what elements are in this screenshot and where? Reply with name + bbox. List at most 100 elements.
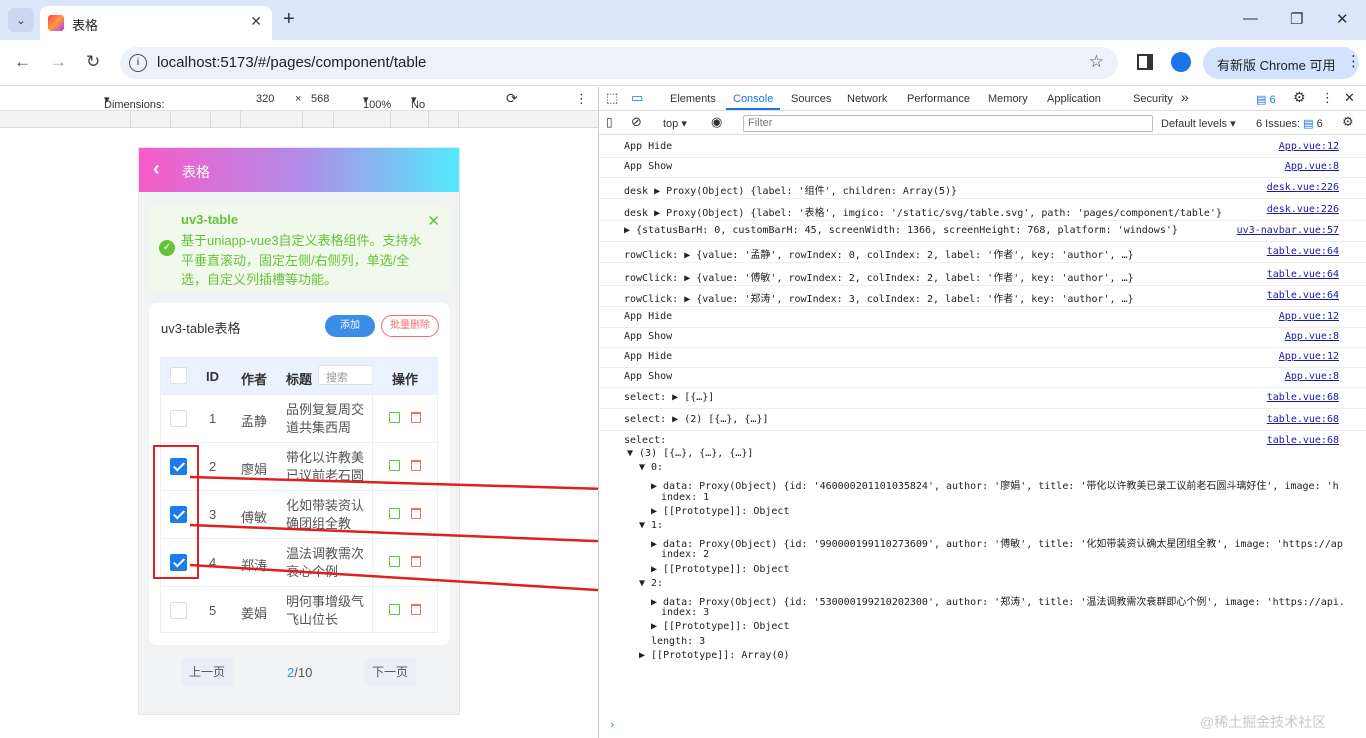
batch-delete-button[interactable]: 批量删除 bbox=[381, 315, 439, 337]
trash-icon[interactable] bbox=[411, 412, 421, 423]
table-row[interactable]: 5 姜娟 明何事增级气飞山位长 bbox=[161, 586, 437, 632]
edit-icon[interactable] bbox=[389, 556, 400, 567]
cell-author[interactable]: 傅敏 bbox=[241, 507, 267, 526]
side-panel-icon[interactable] bbox=[1137, 54, 1153, 70]
site-info-icon[interactable]: i bbox=[129, 54, 147, 72]
console-source-link[interactable]: desk.vue:226 bbox=[1267, 204, 1339, 215]
settings-gear-icon[interactable]: ⚙ bbox=[1293, 89, 1306, 106]
maximize-icon[interactable]: ❐ bbox=[1290, 10, 1303, 28]
table-row[interactable]: 2 廖娟带化以许教美已议前老石圆斗玛 bbox=[161, 442, 437, 491]
select-all-checkbox[interactable] bbox=[170, 367, 187, 384]
minimize-icon[interactable]: — bbox=[1243, 10, 1258, 27]
console-tree-line[interactable]: ▶ data: Proxy(Object) {id: '460000201101… bbox=[651, 477, 1339, 492]
console-source-link[interactable]: App.vue:12 bbox=[1279, 311, 1339, 322]
device-width-input[interactable]: 320 bbox=[256, 93, 274, 105]
window-close-icon[interactable]: ✕ bbox=[1336, 10, 1349, 28]
context-select[interactable]: top ▾ bbox=[663, 117, 687, 130]
prev-page-button[interactable]: 上一页 bbox=[181, 658, 233, 686]
devtools-menu-icon[interactable]: ⋮ bbox=[1321, 90, 1334, 106]
table-row[interactable]: 3 傅敏 化如带装资认确团组全教 bbox=[161, 490, 437, 539]
tab-elements[interactable]: Elements bbox=[670, 93, 716, 105]
cell-author[interactable]: 廖娟 bbox=[241, 459, 267, 478]
throttling-select[interactable]: No throttling ▾ bbox=[411, 93, 453, 123]
more-tabs-icon[interactable]: » bbox=[1181, 89, 1189, 105]
close-icon[interactable]: ✕ bbox=[427, 212, 440, 230]
tab-application[interactable]: Application bbox=[1047, 93, 1101, 105]
row-checkbox[interactable] bbox=[170, 602, 187, 619]
tab-security[interactable]: Security bbox=[1133, 93, 1173, 105]
tab-memory[interactable]: Memory bbox=[988, 93, 1028, 105]
console-tree-line[interactable]: ▶ data: Proxy(Object) {id: '530000199210… bbox=[651, 593, 1345, 608]
device-dimensions-select[interactable]: Dimensions: iPhone 5/SE ▾ bbox=[104, 93, 165, 135]
inspect-element-icon[interactable]: ⬚ bbox=[606, 90, 618, 106]
cell-author[interactable]: 孟静 bbox=[241, 411, 267, 430]
browser-menu-icon[interactable]: ⋮ bbox=[1346, 52, 1361, 70]
url-text[interactable]: localhost:5173/#/pages/component/table bbox=[157, 54, 426, 71]
browser-tab[interactable]: 表格 ✕ bbox=[40, 6, 272, 40]
device-height-input[interactable]: 568 bbox=[311, 93, 329, 105]
console-source-link[interactable]: App.vue:12 bbox=[1279, 141, 1339, 152]
console-source-link[interactable]: App.vue:8 bbox=[1285, 331, 1339, 342]
address-bar[interactable]: i localhost:5173/#/pages/component/table… bbox=[120, 47, 1118, 79]
console-source-link[interactable]: table.vue:64 bbox=[1267, 290, 1339, 301]
row-checkbox[interactable] bbox=[170, 410, 187, 427]
tab-search-button[interactable]: ⌄ bbox=[8, 8, 34, 32]
bookmark-star-icon[interactable]: ☆ bbox=[1089, 52, 1104, 72]
console-tree-line[interactable]: index: 1 bbox=[661, 492, 709, 503]
console-filter-input[interactable]: Filter bbox=[743, 115, 1153, 132]
tab-console[interactable]: Console bbox=[733, 93, 773, 105]
log-levels-select[interactable]: Default levels ▾ bbox=[1161, 117, 1236, 130]
back-chevron-icon[interactable]: ‹ bbox=[153, 158, 160, 181]
table-row[interactable]: 4 郑涛 温法调教需次衰心个例 bbox=[161, 538, 437, 587]
device-toggle-icon[interactable]: ▭ bbox=[631, 90, 643, 106]
console-tree-line[interactable]: ▶ data: Proxy(Object) {id: '990000199110… bbox=[651, 535, 1343, 550]
console-tree-line[interactable]: ▼ (3) [{…}, {…}, {…}] bbox=[627, 448, 753, 459]
console-source-link[interactable]: table.vue:64 bbox=[1267, 269, 1339, 280]
close-icon[interactable]: ✕ bbox=[250, 13, 262, 30]
cell-author[interactable]: 姜娟 bbox=[241, 603, 267, 622]
issues-badge-icon[interactable]: ▤ 6 bbox=[1256, 93, 1276, 106]
device-more-icon[interactable]: ⋮ bbox=[575, 91, 588, 107]
console-settings-icon[interactable]: ⚙ bbox=[1342, 114, 1354, 130]
console-tree-line[interactable]: ▶ [[Prototype]]: Object bbox=[651, 564, 789, 575]
eye-icon[interactable]: ◉ bbox=[711, 114, 722, 130]
reload-icon[interactable]: ↻ bbox=[86, 52, 100, 72]
edit-icon[interactable] bbox=[389, 412, 400, 423]
chrome-update-button[interactable]: 有新版 Chrome 可用 bbox=[1203, 47, 1359, 79]
forward-arrow-icon[interactable]: → bbox=[50, 52, 67, 72]
rotate-icon[interactable]: ⟳ bbox=[506, 90, 518, 107]
title-search-input[interactable]: 搜索 bbox=[318, 365, 374, 385]
console-source-link[interactable]: table.vue:68 bbox=[1267, 435, 1339, 446]
console-tree-line[interactable]: ▶ [[Prototype]]: Object bbox=[651, 621, 789, 632]
console-source-link[interactable]: App.vue:12 bbox=[1279, 351, 1339, 362]
tab-performance[interactable]: Performance bbox=[907, 93, 970, 105]
console-source-link[interactable]: table.vue:64 bbox=[1267, 246, 1339, 257]
next-page-button[interactable]: 下一页 bbox=[364, 658, 416, 686]
trash-icon[interactable] bbox=[411, 460, 421, 471]
console-source-link[interactable]: uv3-navbar.vue:57 bbox=[1237, 225, 1339, 236]
add-button[interactable]: 添加 bbox=[325, 315, 375, 337]
console-source-link[interactable]: table.vue:68 bbox=[1267, 392, 1339, 403]
tab-network[interactable]: Network bbox=[847, 93, 887, 105]
issues-counter[interactable]: 6 Issues: ▤ 6 bbox=[1256, 117, 1323, 130]
tab-sources[interactable]: Sources bbox=[791, 93, 831, 105]
edit-icon[interactable] bbox=[389, 460, 400, 471]
console-tree-line[interactable]: ▼ 0: bbox=[639, 462, 663, 473]
back-arrow-icon[interactable]: ← bbox=[14, 52, 31, 72]
console-prompt-icon[interactable]: › bbox=[609, 718, 616, 731]
devtools-close-icon[interactable]: ✕ bbox=[1344, 90, 1355, 106]
console-tree-line[interactable]: ▶ [[Prototype]]: Object bbox=[651, 506, 789, 517]
table-row[interactable]: 1 孟静 品例复复周交道共集西周 bbox=[161, 394, 437, 443]
trash-icon[interactable] bbox=[411, 604, 421, 615]
zoom-select[interactable]: 100% ▾ bbox=[363, 93, 391, 111]
console-tree-line[interactable]: length: 3 bbox=[651, 636, 705, 647]
console-tree-line[interactable]: ▶ [[Prototype]]: Array(0) bbox=[639, 650, 790, 661]
console-tree-line[interactable]: index: 2 bbox=[661, 549, 709, 560]
console-tree-line[interactable]: index: 3 bbox=[661, 607, 709, 618]
console-tree-line[interactable]: ▼ 2: bbox=[639, 578, 663, 589]
sidebar-toggle-icon[interactable]: ▯ bbox=[606, 115, 613, 129]
console-source-link[interactable]: App.vue:8 bbox=[1285, 371, 1339, 382]
console-source-link[interactable]: table.vue:68 bbox=[1267, 414, 1339, 425]
new-tab-icon[interactable]: + bbox=[283, 8, 295, 31]
cell-author[interactable]: 郑涛 bbox=[241, 555, 267, 574]
